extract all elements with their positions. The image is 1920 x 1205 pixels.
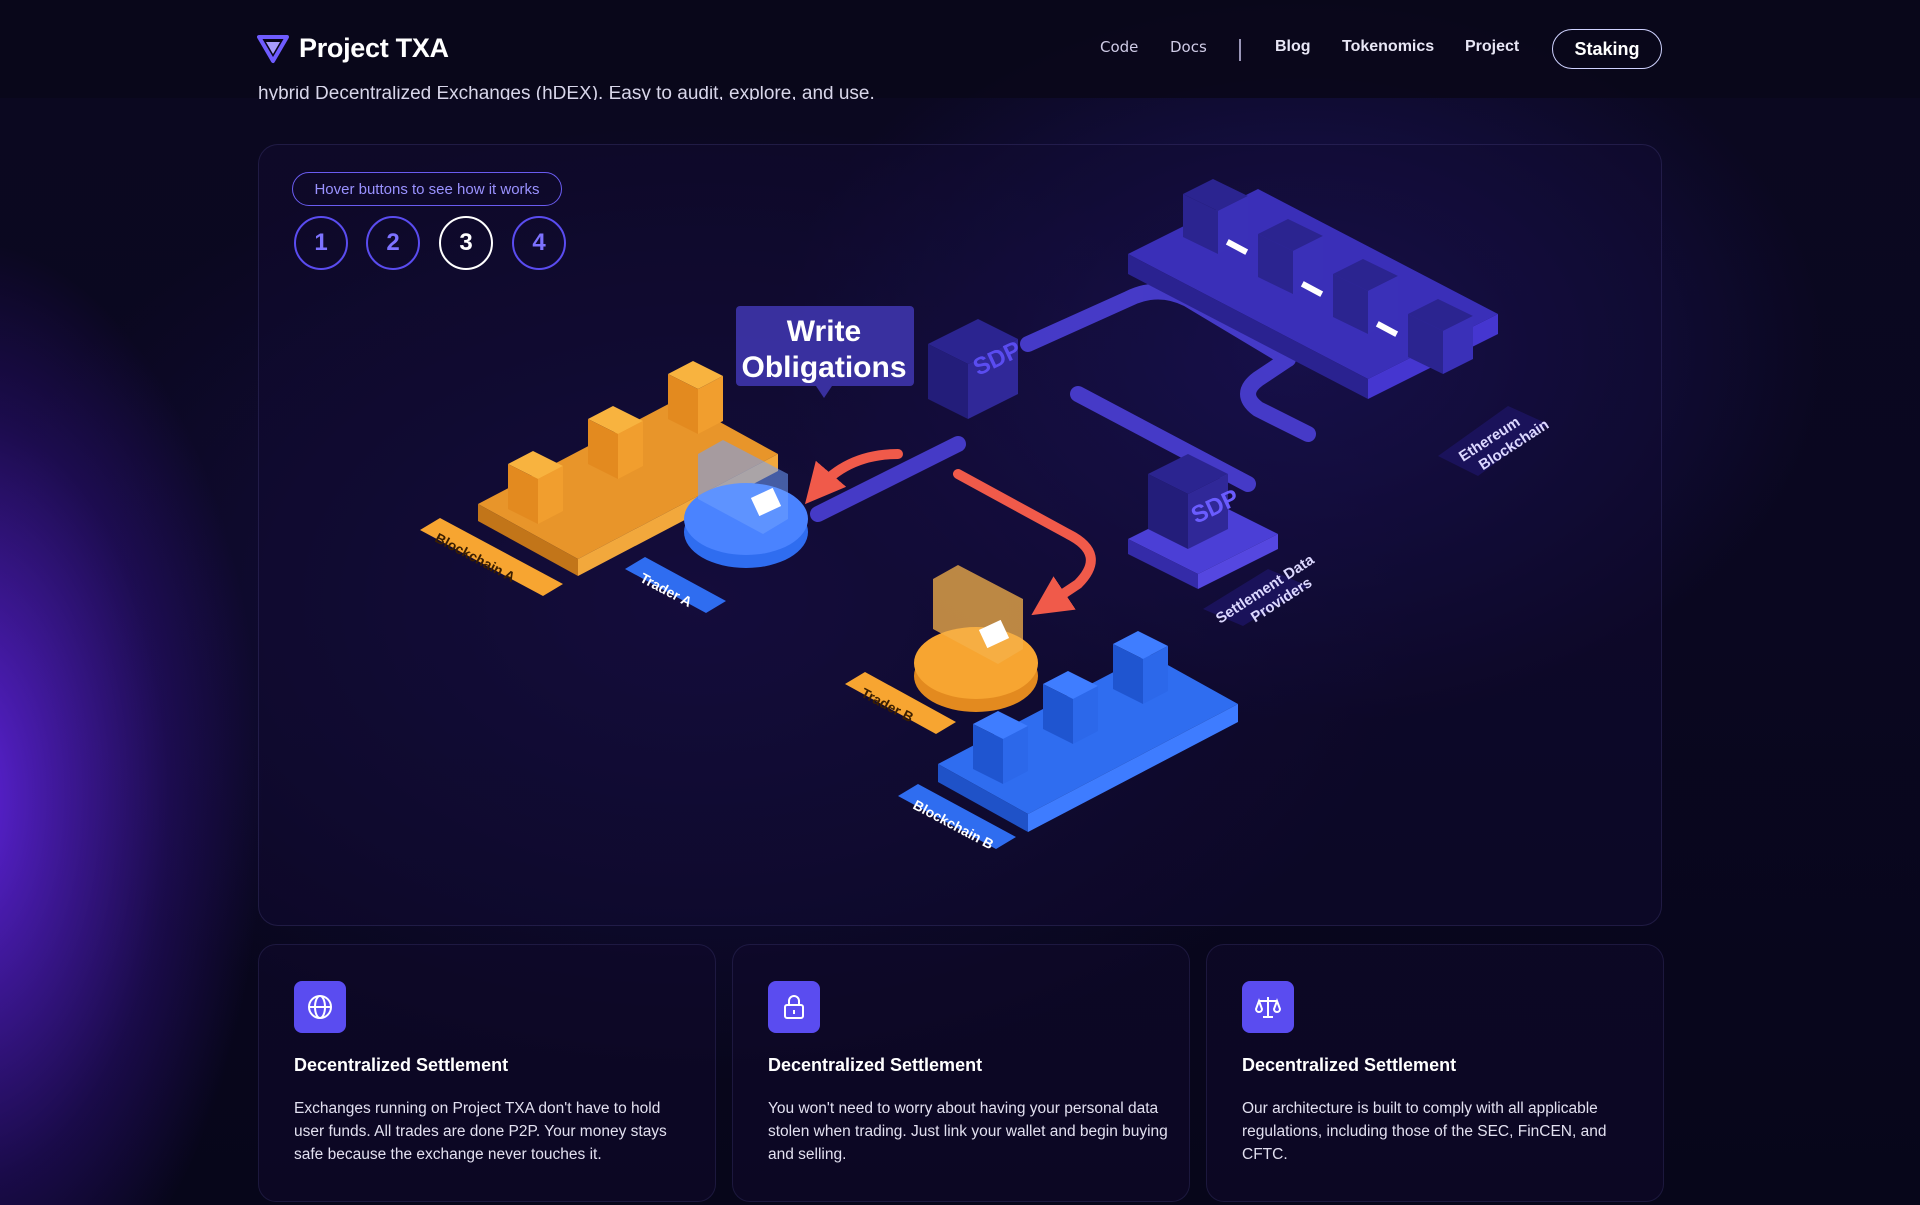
feature-card-2: Decentralized Settlement You won't need … [732, 944, 1190, 1202]
nav-item-blog[interactable]: Blog [1275, 38, 1311, 56]
intro-text: hybrid Decentralized Exchanges (hDEX). E… [258, 86, 875, 100]
write-obligations-callout: Write Obligations [736, 306, 914, 398]
nav-item-docs[interactable]: Docs [1170, 38, 1207, 56]
scale-icon [1242, 981, 1294, 1033]
feature-title: Decentralized Settlement [294, 1055, 509, 1075]
feature-text: You won't need to worry about having you… [768, 1100, 1168, 1163]
lock-icon [768, 981, 820, 1033]
ethereum-blockchain-group: Ethereum Blockchain [1128, 179, 1552, 476]
staking-button[interactable]: Staking [1552, 29, 1662, 69]
trader-b-group: Trader B [845, 565, 1038, 734]
feature-card-3: Decentralized Settlement Our architectur… [1206, 944, 1664, 1202]
feature-title: Decentralized Settlement [768, 1055, 983, 1075]
sdp-node-upper: SDP [928, 319, 1025, 419]
feature-title: Decentralized Settlement [1242, 1055, 1457, 1075]
top-nav-bar: Project TXA Code Docs Blog Tokenomics Pr… [0, 0, 1920, 98]
feature-text: Exchanges running on Project TXA don't h… [294, 1100, 667, 1163]
callout-line2: Obligations [742, 351, 907, 384]
sdp-node-lower: SDP [1128, 454, 1278, 589]
feature-text: Our architecture is built to comply with… [1242, 1100, 1607, 1163]
nav-item-code[interactable]: Code [1100, 38, 1138, 56]
globe-icon [294, 981, 346, 1033]
settlement-diagram: Ethereum Blockchain SDP SDP Settlement D… [420, 179, 1552, 852]
nav-item-project[interactable]: Project [1465, 38, 1519, 56]
callout-line1: Write [787, 315, 861, 348]
feature-card-1: Decentralized Settlement Exchanges runni… [258, 944, 716, 1202]
nav-divider [1239, 39, 1241, 61]
nav-item-tokenomics[interactable]: Tokenomics [1342, 38, 1434, 56]
